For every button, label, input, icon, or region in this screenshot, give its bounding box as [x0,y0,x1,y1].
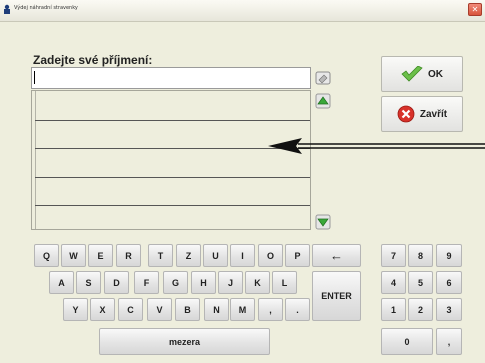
surname-prompt: Zadejte své příjmení: [33,53,153,67]
surname-results-list[interactable] [31,90,311,230]
key-o[interactable]: O [258,244,283,267]
key-i[interactable]: I [230,244,255,267]
key-s[interactable]: S [76,271,101,294]
surname-input[interactable] [31,67,311,89]
pointer-arrow [268,138,485,154]
key-n[interactable]: N [204,298,229,321]
key-comma[interactable]: , [258,298,283,321]
clear-icon[interactable] [315,70,331,86]
key-y[interactable]: Y [63,298,88,321]
list-row[interactable] [35,120,310,121]
numpad-key-6[interactable]: 6 [436,271,462,294]
title-bar: Výdej náhradní stravenky ✕ [0,0,485,22]
close-button-label: Zavřít [419,108,448,120]
close-icon [397,105,415,123]
numpad-key-0[interactable]: 0 [381,328,433,355]
key-f[interactable]: F [134,271,159,294]
key-period[interactable]: . [285,298,310,321]
key-d[interactable]: D [104,271,129,294]
key-b[interactable]: B [175,298,200,321]
numpad-key-comma[interactable]: , [436,328,462,355]
space-key[interactable]: mezera [99,328,270,355]
key-u[interactable]: U [203,244,228,267]
key-g[interactable]: G [163,271,188,294]
scroll-up-icon[interactable] [315,93,331,109]
enter-key[interactable]: ENTER [312,271,361,321]
numpad-key-4[interactable]: 4 [381,271,406,294]
key-z[interactable]: Z [176,244,201,267]
key-c[interactable]: C [118,298,143,321]
check-icon [401,66,423,82]
key-p[interactable]: P [285,244,310,267]
ok-button[interactable]: OK [381,56,463,92]
scroll-down-icon[interactable] [315,214,331,230]
backspace-key[interactable]: ← [312,244,361,267]
key-x[interactable]: X [90,298,115,321]
key-a[interactable]: A [49,271,74,294]
key-r[interactable]: R [116,244,141,267]
key-w[interactable]: W [61,244,86,267]
list-row[interactable] [35,205,310,206]
window-title: Výdej náhradní stravenky [14,5,78,11]
key-e[interactable]: E [88,244,113,267]
numpad-key-7[interactable]: 7 [381,244,406,267]
key-h[interactable]: H [191,271,216,294]
window-close-button[interactable]: ✕ [468,3,482,16]
key-l[interactable]: L [272,271,297,294]
numpad-key-2[interactable]: 2 [408,298,433,321]
list-divider [35,91,36,229]
key-k[interactable]: K [245,271,270,294]
numpad-key-5[interactable]: 5 [408,271,433,294]
key-j[interactable]: J [218,271,243,294]
key-t[interactable]: T [148,244,173,267]
list-row[interactable] [35,177,310,178]
ok-button-label: OK [428,68,443,80]
close-button[interactable]: Zavřít [381,96,463,132]
key-q[interactable]: Q [34,244,59,267]
numpad-key-9[interactable]: 9 [436,244,462,267]
key-v[interactable]: V [147,298,172,321]
numpad-key-8[interactable]: 8 [408,244,433,267]
text-caret [34,71,35,84]
numpad-key-3[interactable]: 3 [436,298,462,321]
numpad-key-1[interactable]: 1 [381,298,406,321]
app-icon [4,4,10,14]
key-m[interactable]: M [230,298,255,321]
